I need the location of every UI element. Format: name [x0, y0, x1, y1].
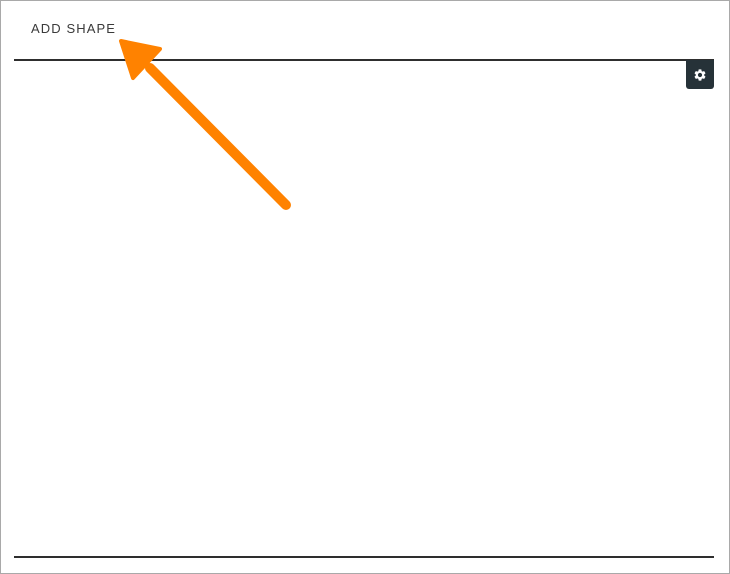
bottom-divider	[14, 556, 714, 558]
editor-frame: ADD SHAPE	[0, 0, 730, 574]
add-shape-button[interactable]: ADD SHAPE	[19, 15, 128, 43]
gear-icon	[694, 68, 706, 81]
drawing-canvas[interactable]	[14, 61, 714, 556]
settings-button[interactable]	[686, 60, 714, 89]
